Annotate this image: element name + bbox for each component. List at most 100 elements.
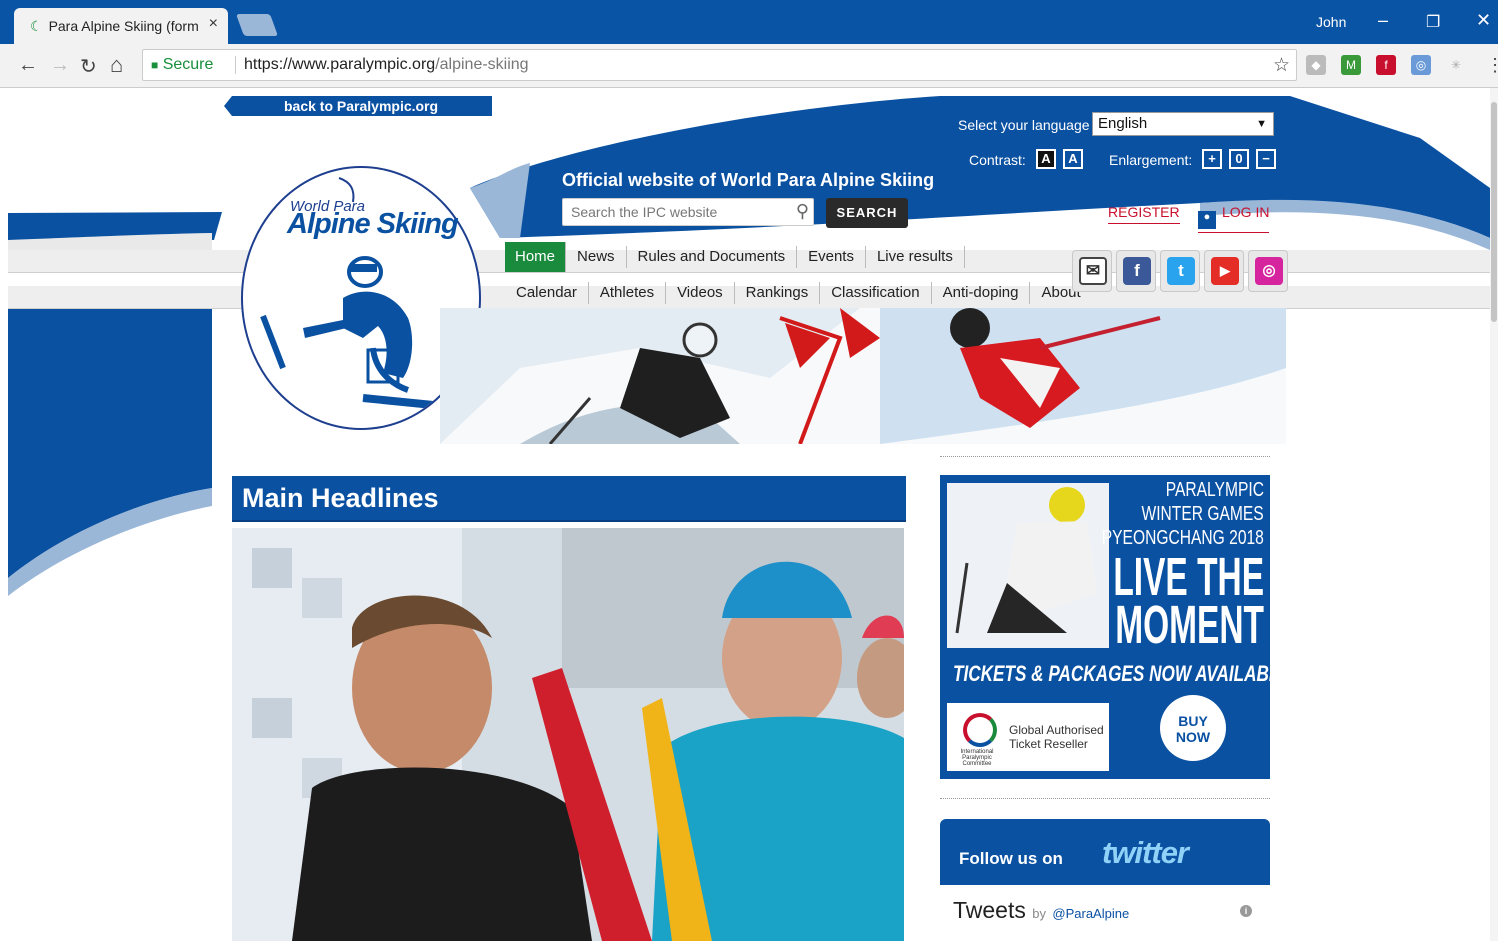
url-path: /alpine-skiing: [435, 56, 529, 73]
search-placeholder: Search the IPC website: [571, 204, 718, 220]
forward-arrow-icon[interactable]: →: [50, 54, 70, 77]
instagram-button[interactable]: ◎: [1248, 250, 1288, 292]
twitter-widget: Follow us on twitter Tweets by @ParaAlpi…: [940, 819, 1270, 941]
url-host: https://www.paralympic.org: [244, 56, 436, 73]
toolbar: ← → ↻ ⌂ ■ Secure https://www.paralympic.…: [0, 44, 1498, 88]
address-bar[interactable]: ■ Secure https://www.paralympic.org/alpi…: [142, 49, 1297, 81]
reload-icon[interactable]: ↻: [80, 54, 97, 79]
nav-events[interactable]: Events: [797, 246, 866, 268]
enlarge-reset-button[interactable]: 0: [1229, 149, 1249, 169]
youtube-button[interactable]: ▶: [1204, 250, 1244, 292]
follow-us-text: Follow us on: [959, 849, 1063, 868]
contrast-dark-button[interactable]: A: [1036, 149, 1056, 169]
headline-photo[interactable]: [232, 528, 904, 941]
tab-title: Para Alpine Skiing (forme: [48, 18, 199, 34]
url-text[interactable]: https://www.paralympic.org/alpine-skiing: [235, 56, 529, 74]
browser-window: ☾ Para Alpine Skiing (forme × John – ❐ ✕…: [0, 0, 1498, 941]
evernote-extension-icon[interactable]: M: [1341, 55, 1361, 75]
search-icon[interactable]: ⚲: [796, 201, 809, 222]
sidebar-divider-2: [940, 798, 1270, 799]
main-headlines-heading: Main Headlines: [232, 476, 906, 522]
email-share-button[interactable]: ✉: [1072, 250, 1112, 292]
ipc-logo-icon: International Paralympic Committee: [953, 709, 1001, 767]
twitter-widget-header[interactable]: Follow us on twitter: [940, 819, 1270, 885]
email-icon: ✉: [1079, 257, 1107, 285]
nav-anti-doping[interactable]: Anti-doping: [932, 282, 1031, 304]
nav-athletes[interactable]: Athletes: [589, 282, 667, 304]
header-banner-image: [440, 308, 1286, 444]
language-select[interactable]: English ▼: [1092, 112, 1274, 136]
ad-skier-illustration: [947, 483, 1109, 648]
nav-home[interactable]: Home: [505, 242, 567, 272]
reseller-text: Global Authorised Ticket Reseller: [1009, 723, 1104, 751]
title-bar: ☾ Para Alpine Skiing (forme × John – ❐ ✕: [0, 0, 1498, 44]
dropdown-arrow-icon: ▼: [1256, 118, 1267, 130]
register-link[interactable]: REGISTER: [1108, 204, 1180, 224]
nav-news[interactable]: News: [566, 246, 627, 268]
ad-line-paralympic: PARALYMPIC: [1165, 479, 1264, 501]
buy-line2: NOW: [1175, 729, 1211, 745]
settings-extension-icon[interactable]: ✳: [1446, 55, 1466, 75]
tweets-heading: Tweets by @ParaAlpine: [953, 897, 1129, 924]
enlarge-minus-button[interactable]: −: [1256, 149, 1276, 169]
buy-line1: BUY: [1178, 713, 1208, 729]
restore-icon[interactable]: ❐: [1426, 12, 1440, 32]
pyeongchang-ticket-ad[interactable]: PARALYMPIC WINTER GAMES PYEONGCHANG 2018…: [940, 475, 1270, 779]
reseller-badge: International Paralympic Committee Globa…: [947, 703, 1109, 771]
back-arrow-icon[interactable]: ←: [18, 54, 38, 77]
secure-indicator[interactable]: ■ Secure: [151, 56, 213, 74]
window-close-icon[interactable]: ✕: [1476, 10, 1491, 31]
nav-live-results[interactable]: Live results: [866, 246, 965, 268]
enlargement-label: Enlargement:: [1109, 152, 1193, 168]
facebook-button[interactable]: f: [1116, 250, 1156, 292]
search-button[interactable]: SEARCH: [826, 198, 908, 228]
search-input[interactable]: Search the IPC website ⚲: [562, 198, 814, 226]
new-tab-button[interactable]: [235, 14, 279, 36]
tweets-label: Tweets: [953, 897, 1026, 923]
twitter-button[interactable]: t: [1160, 250, 1200, 292]
official-site-title: Official website of World Para Alpine Sk…: [562, 170, 935, 190]
ad-line-winter-games: WINTER GAMES: [1141, 503, 1264, 525]
twitter-handle-link[interactable]: @ParaAlpine: [1052, 906, 1129, 921]
ad-moment: MOMENT: [1115, 595, 1264, 655]
enlarge-plus-button[interactable]: +: [1202, 149, 1222, 169]
twitter-logo-icon: twitter: [1102, 835, 1189, 870]
web-page: back to Paralympic.org Select your langu…: [0, 88, 1498, 941]
dropbox-extension-icon[interactable]: ◆: [1306, 55, 1326, 75]
nav-calendar[interactable]: Calendar: [505, 282, 589, 304]
login-label: LOG IN: [1222, 204, 1270, 220]
ad-live-the: LIVE THE: [1113, 547, 1264, 607]
screen-extension-icon[interactable]: ◎: [1411, 55, 1431, 75]
flash-extension-icon[interactable]: f: [1376, 55, 1396, 75]
buy-now-button[interactable]: BUY NOW: [1160, 695, 1226, 761]
instagram-icon: ◎: [1255, 257, 1283, 285]
sidebar-divider: [940, 456, 1270, 457]
home-icon[interactable]: ⌂: [110, 52, 123, 78]
browser-tab[interactable]: ☾ Para Alpine Skiing (forme ×: [14, 8, 228, 44]
login-link[interactable]: ● LOG IN: [1198, 204, 1270, 233]
facebook-icon: f: [1123, 257, 1151, 285]
language-label: Select your language: [958, 117, 1090, 133]
tweets-by: by: [1032, 906, 1046, 921]
bookmark-star-icon[interactable]: ☆: [1273, 54, 1290, 77]
main-menu-row1: Home News Rules and Documents Events Liv…: [505, 242, 965, 272]
nav-videos[interactable]: Videos: [666, 282, 735, 304]
nav-rankings[interactable]: Rankings: [735, 282, 821, 304]
ad-athlete-photo: [947, 483, 1109, 648]
tab-close-icon[interactable]: ×: [209, 15, 218, 33]
nav-rules-and-documents[interactable]: Rules and Documents: [627, 246, 798, 268]
reseller-line1: Global Authorised: [1009, 723, 1104, 737]
nav-classification[interactable]: Classification: [820, 282, 932, 304]
page-scrollbar[interactable]: [1490, 88, 1498, 941]
scrollbar-thumb[interactable]: [1491, 102, 1497, 322]
back-to-paralympic-link[interactable]: back to Paralympic.org: [224, 96, 492, 116]
headline-athletes-illustration: [232, 528, 904, 941]
user-icon: ●: [1198, 211, 1216, 229]
info-icon[interactable]: i: [1240, 905, 1252, 917]
minimize-icon[interactable]: –: [1378, 10, 1388, 31]
browser-menu-icon[interactable]: ⋮: [1486, 55, 1498, 76]
contrast-normal-button[interactable]: A: [1063, 149, 1083, 169]
ad-tickets-text: TICKETS & PACKAGES NOW AVAILABLE: [953, 661, 1270, 686]
profile-name[interactable]: John: [1316, 14, 1346, 30]
contrast-label: Contrast:: [969, 152, 1026, 168]
